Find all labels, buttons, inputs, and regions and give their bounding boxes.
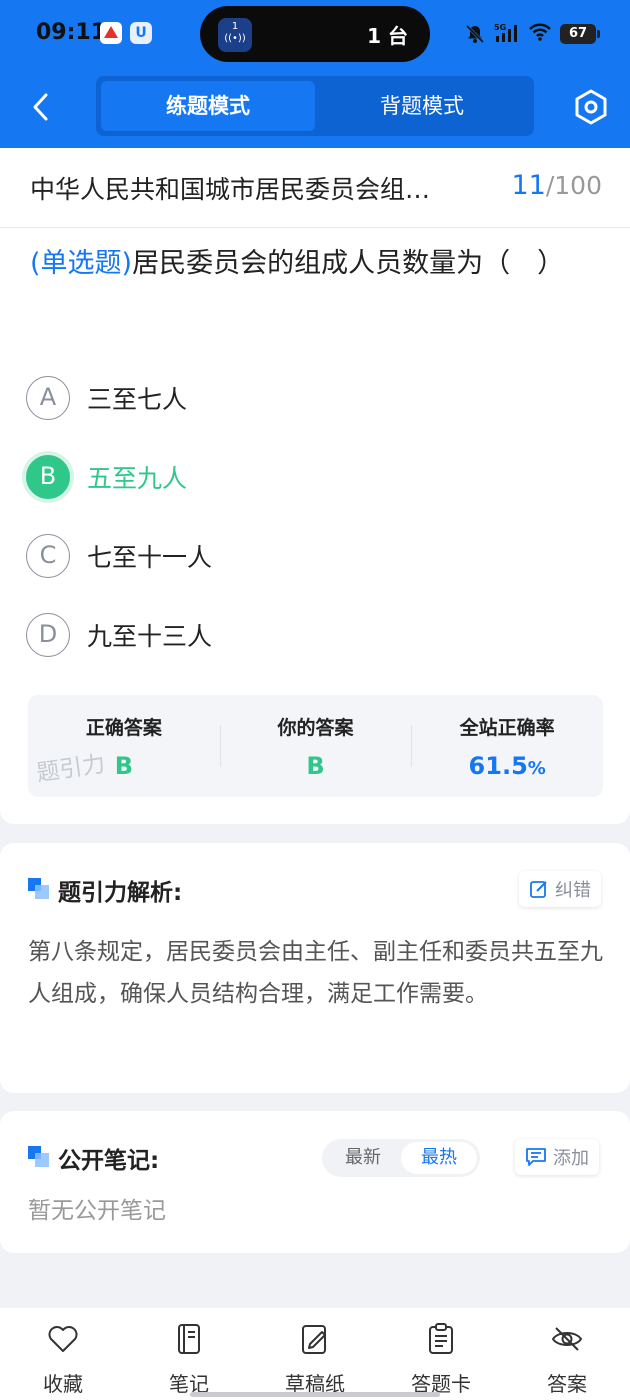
watermark: 题引力: [34, 751, 107, 787]
add-note-button[interactable]: 添加: [515, 1139, 599, 1175]
current-question-number: 11: [511, 170, 546, 201]
option-text: 五至九人: [87, 464, 188, 493]
document-title: 中华人民共和国城市居民委员会组…: [30, 175, 431, 204]
island-text: 1 台: [367, 24, 408, 48]
settings-button[interactable]: [572, 88, 610, 126]
accuracy-rate-col: 全站正确率 61.5%: [411, 695, 603, 797]
your-answer-col: 你的答案 B: [219, 695, 412, 797]
nav-draft-paper[interactable]: 草稿纸: [265, 1308, 365, 1400]
bell-muted-icon: [464, 23, 486, 45]
dynamic-island[interactable]: 1 ((•)) 1 台: [200, 6, 430, 62]
tab-memorize-mode[interactable]: 背题模式: [315, 81, 529, 131]
accuracy-rate-label: 全站正确率: [459, 717, 555, 739]
nav-notes[interactable]: 笔记: [139, 1308, 239, 1400]
status-icons: 5G 67: [464, 20, 600, 48]
top-header: 09:11 U 1 ((•)) 1 台 5G 67 练题模式 背题模式: [0, 0, 630, 148]
analysis-card: 题引力解析: 纠错 第八条规定，居民委员会由主任、副主任和委员共五至九人组成，确…: [0, 843, 630, 1093]
empty-notes-text: 暂无公开笔记: [28, 1198, 166, 1224]
nav-label: 答案: [547, 1372, 587, 1396]
eye-off-icon: [551, 1327, 583, 1351]
nav-favorite[interactable]: 收藏: [13, 1308, 113, 1400]
shield-app-icon: U: [130, 22, 152, 44]
home-indicator[interactable]: [190, 1392, 440, 1397]
sort-latest[interactable]: 最新: [325, 1142, 401, 1174]
notes-sort-toggle: 最新 最热: [322, 1139, 480, 1177]
your-answer-label: 你的答案: [277, 717, 354, 739]
broadcast-icon: 1 ((•)): [218, 18, 252, 52]
public-notes-card: 公开笔记: 最新 最热 添加 暂无公开笔记: [0, 1111, 630, 1253]
option-letter: A: [26, 376, 70, 420]
correct-answer-col: 正确答案 B 题引力: [28, 695, 220, 797]
question-title-row: 中华人民共和国城市居民委员会组… 11/100: [0, 148, 630, 228]
comment-icon: [526, 1148, 546, 1166]
wifi-icon: [528, 22, 552, 46]
analysis-text: 第八条规定，居民委员会由主任、副主任和委员共五至九人组成，确保人员结构合理，满足…: [28, 939, 603, 1007]
question-type: (单选题): [30, 248, 133, 279]
question-card: 中华人民共和国城市居民委员会组… 11/100 (单选题)居民委员会的组成人员数…: [0, 148, 630, 824]
draft-icon: [302, 1325, 326, 1354]
question-counter[interactable]: 11/100: [511, 170, 602, 201]
option-letter: B: [26, 455, 70, 499]
status-time: 09:11: [36, 20, 107, 45]
edit-icon: [530, 881, 547, 898]
nav-label: 收藏: [43, 1372, 83, 1396]
your-answer-value: B: [306, 752, 325, 780]
option-d[interactable]: D 九至十三人: [26, 613, 212, 657]
option-letter: D: [26, 613, 70, 657]
option-a[interactable]: A 三至七人: [26, 376, 187, 420]
cellular-signal-icon: 5G: [494, 22, 520, 47]
tab-practice-mode[interactable]: 练题模式: [101, 81, 315, 131]
sort-hottest[interactable]: 最热: [401, 1142, 477, 1174]
bottom-toolbar: 收藏 笔记 草稿纸 答题卡 答案: [0, 1308, 630, 1400]
hexagon-settings-icon: [575, 89, 607, 125]
app-notification-icon: [100, 22, 122, 44]
correct-answer-label: 正确答案: [85, 717, 162, 739]
clipboard-icon: [429, 1323, 453, 1354]
section-squares-icon: [28, 878, 50, 900]
answer-summary: 正确答案 B 题引力 你的答案 B 全站正确率 61.5%: [28, 695, 603, 797]
analysis-title: 题引力解析:: [58, 880, 183, 906]
option-c[interactable]: C 七至十一人: [26, 534, 212, 578]
notes-title: 公开笔记:: [58, 1148, 160, 1174]
mode-tabs: 练题模式 背题模式: [96, 76, 534, 136]
nav-answer-sheet[interactable]: 答题卡: [391, 1308, 491, 1400]
report-error-button[interactable]: 纠错: [519, 871, 601, 907]
question-text: 居民委员会的组成人员数量为（ ）: [132, 248, 565, 279]
notebook-icon: [178, 1324, 200, 1354]
option-letter: C: [26, 534, 70, 578]
status-bar: 09:11 U 1 ((•)) 1 台 5G 67: [0, 0, 630, 70]
battery-indicator: 67: [560, 24, 600, 44]
heart-icon: [48, 1326, 78, 1352]
back-button[interactable]: [28, 90, 56, 124]
nav-show-answer[interactable]: 答案: [517, 1308, 617, 1400]
question-text-block: (单选题)居民委员会的组成人员数量为（ ）: [30, 242, 590, 286]
total-questions: 100: [554, 171, 602, 200]
option-text: 三至七人: [87, 385, 188, 414]
section-squares-icon: [28, 1146, 50, 1168]
option-text: 九至十三人: [87, 622, 213, 651]
option-b[interactable]: B 五至九人: [26, 455, 187, 499]
accuracy-rate-value: 61.5%: [468, 752, 546, 780]
option-text: 七至十一人: [87, 543, 213, 572]
svg-text:5G: 5G: [494, 23, 506, 32]
